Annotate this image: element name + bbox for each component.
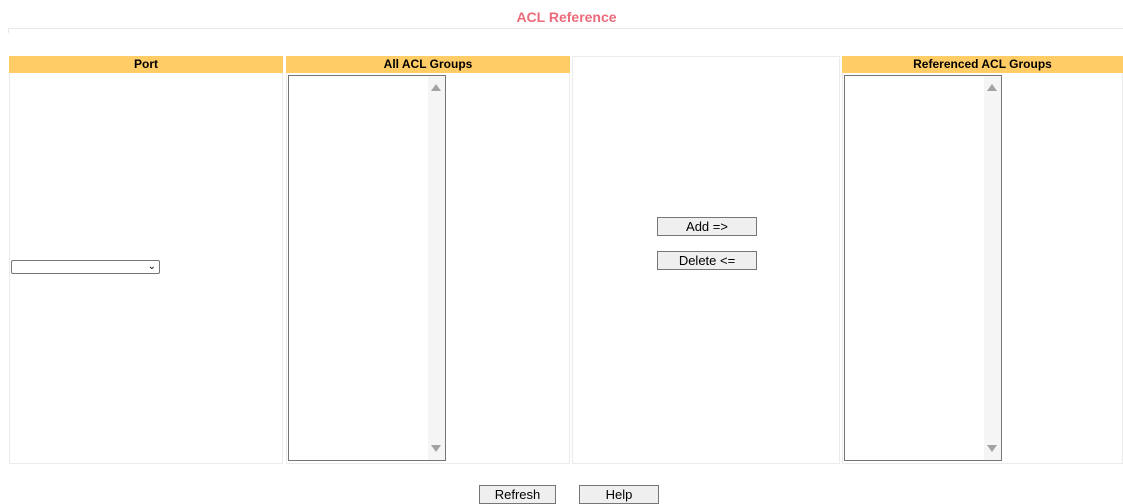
referenced-acl-groups-header: Referenced ACL Groups xyxy=(842,56,1123,73)
scroll-up-arrow-icon[interactable] xyxy=(987,84,997,91)
chevron-down-icon: ⌄ xyxy=(147,261,156,272)
all-acl-groups-header: All ACL Groups xyxy=(286,56,570,73)
all-acl-groups-body xyxy=(286,73,570,464)
port-column-header: Port xyxy=(9,56,283,73)
all-acl-groups-scrollbar[interactable] xyxy=(428,76,445,460)
referenced-acl-groups-scrollbar[interactable] xyxy=(984,76,1001,460)
all-acl-groups-listbox[interactable] xyxy=(288,75,446,461)
port-panel-body: ⌄ xyxy=(9,73,283,464)
scroll-up-arrow-icon[interactable] xyxy=(431,84,441,91)
actions-panel: Add => Delete <= xyxy=(572,56,840,464)
port-panel: Port ⌄ xyxy=(9,56,283,464)
page-title: ACL Reference xyxy=(516,9,617,25)
help-button[interactable]: Help xyxy=(579,485,659,504)
delete-button[interactable]: Delete <= xyxy=(657,251,757,270)
refresh-button[interactable]: Refresh xyxy=(479,485,556,504)
add-button[interactable]: Add => xyxy=(657,217,757,236)
scroll-down-arrow-icon[interactable] xyxy=(431,445,441,452)
port-select[interactable]: ⌄ xyxy=(11,260,160,274)
all-acl-groups-panel: All ACL Groups xyxy=(286,56,570,464)
referenced-acl-groups-listbox[interactable] xyxy=(844,75,1002,461)
referenced-acl-groups-panel: Referenced ACL Groups xyxy=(842,56,1123,464)
scroll-down-arrow-icon[interactable] xyxy=(987,445,997,452)
referenced-acl-groups-body xyxy=(842,73,1123,464)
title-divider xyxy=(8,28,1123,33)
